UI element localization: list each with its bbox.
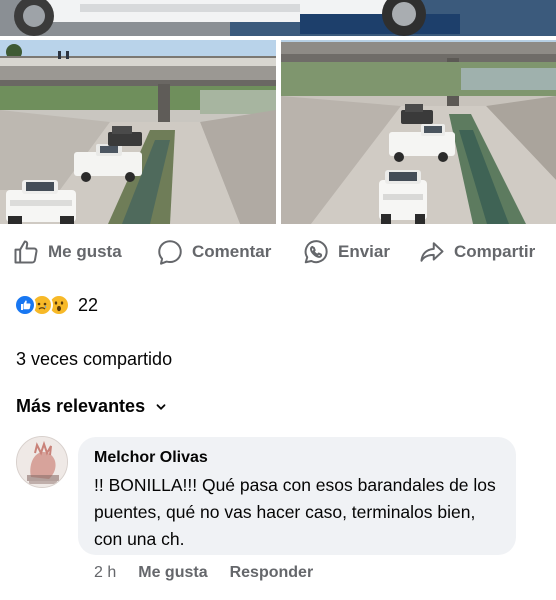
post-photo-right[interactable]: [281, 40, 556, 224]
comment-bubble: Melchor Olivas !! BONILLA!!! Qué pasa co…: [78, 437, 516, 555]
post-photo-left[interactable]: [0, 40, 276, 224]
comment-label: Comentar: [192, 242, 272, 261]
post-action-bar: Me gusta Comentar Enviar Compartir: [0, 232, 556, 272]
reaction-count: 22: [78, 294, 99, 315]
comment-sort-dropdown[interactable]: Más relevantes: [16, 396, 167, 417]
chevron-down-icon: [156, 403, 166, 410]
comment-like-button[interactable]: Me gusta: [138, 564, 207, 582]
share-count[interactable]: 3 veces compartido: [16, 349, 172, 370]
comment-text: !! BONILLA!!! Qué pasa con esos barandal…: [94, 475, 496, 549]
reaction-summary[interactable]: 22: [14, 290, 98, 320]
whatsapp-icon: [304, 240, 328, 264]
avatar[interactable]: [16, 436, 68, 488]
previous-post-photo[interactable]: [0, 0, 556, 36]
sort-label: Más relevantes: [16, 396, 146, 416]
like-label: Me gusta: [48, 242, 122, 261]
like-reaction-icon: [14, 294, 36, 316]
like-button[interactable]: Me gusta: [12, 232, 122, 272]
share-arrow-icon: [420, 242, 444, 262]
comment-time[interactable]: 2 h: [94, 564, 116, 582]
send-button[interactable]: Enviar: [302, 232, 390, 272]
comment-button[interactable]: Comentar: [156, 232, 271, 272]
share-button[interactable]: Compartir: [418, 232, 535, 272]
speech-bubble-icon: [158, 240, 182, 265]
thumbs-up-icon: [14, 240, 38, 264]
send-label: Enviar: [338, 242, 390, 261]
comment-meta: 2 h Me gusta Responder: [94, 564, 313, 582]
comment-reply-button[interactable]: Responder: [230, 564, 314, 582]
post-photo-grid: [0, 40, 556, 224]
share-label: Compartir: [454, 242, 536, 261]
comment-author[interactable]: Melchor Olivas: [94, 449, 500, 467]
